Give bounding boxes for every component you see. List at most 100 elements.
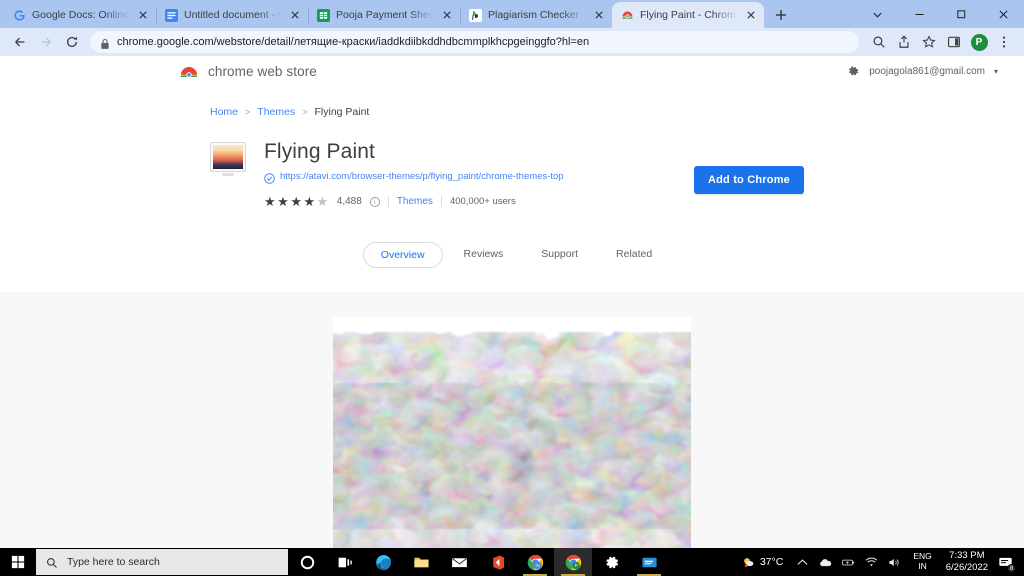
tab-related[interactable]: Related [599, 242, 669, 268]
avatar[interactable]: P [967, 30, 991, 54]
search-icon[interactable] [867, 30, 891, 54]
store-brand[interactable]: chrome web store [180, 64, 317, 79]
google-sheets-icon [317, 8, 330, 22]
overview-content: atavi.com [0, 292, 1024, 548]
tab-title: Plagiarism Checker - Free & [488, 9, 586, 21]
breadcrumb-separator: > [245, 107, 251, 117]
notification-count: 8 [1007, 564, 1016, 573]
address-bar[interactable]: chrome.google.com/webstore/detail/летящи… [90, 31, 859, 53]
browser-tab[interactable]: Untitled document - Google [156, 2, 309, 28]
page-content: chrome web store poojagola861@gmail.com … [0, 56, 1024, 548]
store-brand-text: chrome web store [208, 63, 317, 79]
store-header: chrome web store poojagola861@gmail.com … [0, 56, 1024, 86]
taskbar-apps: Tv P [288, 548, 668, 576]
cortana-icon[interactable] [288, 548, 326, 576]
battery-icon[interactable] [837, 548, 860, 576]
search-icon [46, 556, 58, 568]
minimize-icon[interactable] [898, 0, 940, 28]
gear-icon[interactable] [847, 65, 860, 78]
browser-window: Google Docs: Online Docum Untitled docum… [0, 0, 1024, 548]
close-icon[interactable] [136, 8, 150, 22]
browser-tab-active[interactable]: Flying Paint - Chrome Web S [612, 2, 764, 28]
account-menu[interactable]: poojagola861@gmail.com ▾ [847, 65, 998, 78]
add-to-chrome-button[interactable]: Add to Chrome [693, 166, 804, 194]
browser-tab[interactable]: Pooja Payment Sheet - Goog [308, 2, 461, 28]
mail-icon[interactable] [440, 548, 478, 576]
svg-text:Tv: Tv [535, 562, 539, 567]
reload-icon[interactable] [60, 30, 84, 54]
partly-cloudy-icon[interactable] [737, 548, 760, 576]
back-arrow-icon[interactable] [8, 30, 32, 54]
chrome-tv-icon[interactable]: Tv [516, 548, 554, 576]
windows-start-icon[interactable] [0, 548, 36, 576]
forward-arrow-icon[interactable] [34, 30, 58, 54]
three-dot-menu-icon[interactable] [992, 30, 1016, 54]
tab-title: Flying Paint - Chrome Web S [640, 9, 738, 21]
theme-preview-card[interactable]: atavi.com [333, 317, 691, 548]
info-icon[interactable]: i [369, 196, 380, 207]
new-tab-button[interactable] [768, 2, 794, 28]
language-line2: IN [918, 561, 927, 571]
chevron-down-icon[interactable]: ▾ [994, 67, 998, 76]
windows-taskbar: Type here to search Tv P 37°C ENG IN 7:3… [0, 548, 1024, 576]
category-link[interactable]: Themes [397, 196, 433, 207]
close-icon[interactable] [440, 8, 454, 22]
language-indicator[interactable]: ENG IN [906, 551, 938, 572]
bookmark-star-icon[interactable] [917, 30, 941, 54]
breadcrumb-themes[interactable]: Themes [257, 106, 295, 118]
verified-check-icon [264, 171, 275, 184]
microsoft-edge-icon[interactable] [364, 548, 402, 576]
office-icon[interactable] [478, 548, 516, 576]
side-panel-icon[interactable] [942, 30, 966, 54]
item-website-url: https://atavi.com/browser-themes/p/flyin… [280, 171, 564, 182]
breadcrumb-current: Flying Paint [314, 106, 370, 118]
tab-strip: Google Docs: Online Docum Untitled docum… [0, 0, 1024, 28]
file-explorer-icon[interactable] [402, 548, 440, 576]
account-email: poojagola861@gmail.com [869, 65, 985, 77]
chevron-up-icon[interactable] [791, 548, 814, 576]
notification-icon[interactable]: 8 [995, 548, 1020, 576]
item-thumbnail-icon [210, 142, 246, 178]
rating-count: 4,488 [336, 196, 362, 207]
close-icon[interactable] [744, 8, 758, 22]
share-icon[interactable] [892, 30, 916, 54]
tab-overview[interactable]: Overview [362, 242, 443, 268]
tab-title: Untitled document - Google [184, 9, 282, 21]
profile-initial: P [970, 33, 988, 51]
tab-title: Pooja Payment Sheet - Goog [336, 9, 434, 21]
settings-gear-icon[interactable] [592, 548, 630, 576]
chrome-web-store-logo-icon [180, 64, 198, 78]
tab-reviews[interactable]: Reviews [447, 242, 521, 268]
chevron-down-icon[interactable] [856, 0, 898, 28]
clock-date: 6/26/2022 [945, 562, 988, 573]
page-title: Flying Paint [264, 140, 375, 163]
rating-stars[interactable]: ★ ★ ★ ★ ★ [264, 195, 329, 208]
blue-app-icon[interactable] [630, 548, 668, 576]
url-text: chrome.google.com/webstore/detail/летящи… [117, 36, 590, 48]
browser-tab[interactable]: Plagiarism Checker - Free & [460, 2, 613, 28]
item-stats: ★ ★ ★ ★ ★ 4,488 i Themes 400,000+ users [264, 195, 822, 208]
breadcrumb-separator: > [302, 107, 308, 117]
browser-tab[interactable]: Google Docs: Online Docum [4, 2, 157, 28]
google-docs-blue-icon [165, 8, 178, 22]
item-tabs: Overview Reviews Support Related [210, 242, 822, 292]
chrome-profile-icon[interactable]: P [554, 548, 592, 576]
search-placeholder: Type here to search [67, 556, 160, 568]
search-input[interactable]: Type here to search [36, 549, 288, 575]
speaker-icon[interactable] [883, 548, 906, 576]
wifi-icon[interactable] [860, 548, 883, 576]
breadcrumb-home[interactable]: Home [210, 106, 238, 118]
close-icon[interactable] [592, 8, 606, 22]
clock[interactable]: 7:33 PM 6/26/2022 [939, 550, 995, 575]
cloud-icon[interactable] [814, 548, 837, 576]
maximize-icon[interactable] [940, 0, 982, 28]
google-docs-icon [13, 9, 26, 22]
lock-icon [100, 37, 110, 49]
system-tray: 37°C ENG IN 7:33 PM 6/26/2022 8 [737, 548, 1024, 576]
close-icon[interactable] [288, 8, 302, 22]
tab-support[interactable]: Support [524, 242, 595, 268]
users-count: 400,000+ users [449, 196, 516, 207]
browser-toolbar: chrome.google.com/webstore/detail/летящи… [0, 28, 1024, 56]
close-window-icon[interactable] [982, 0, 1024, 28]
task-view-icon[interactable] [326, 548, 364, 576]
